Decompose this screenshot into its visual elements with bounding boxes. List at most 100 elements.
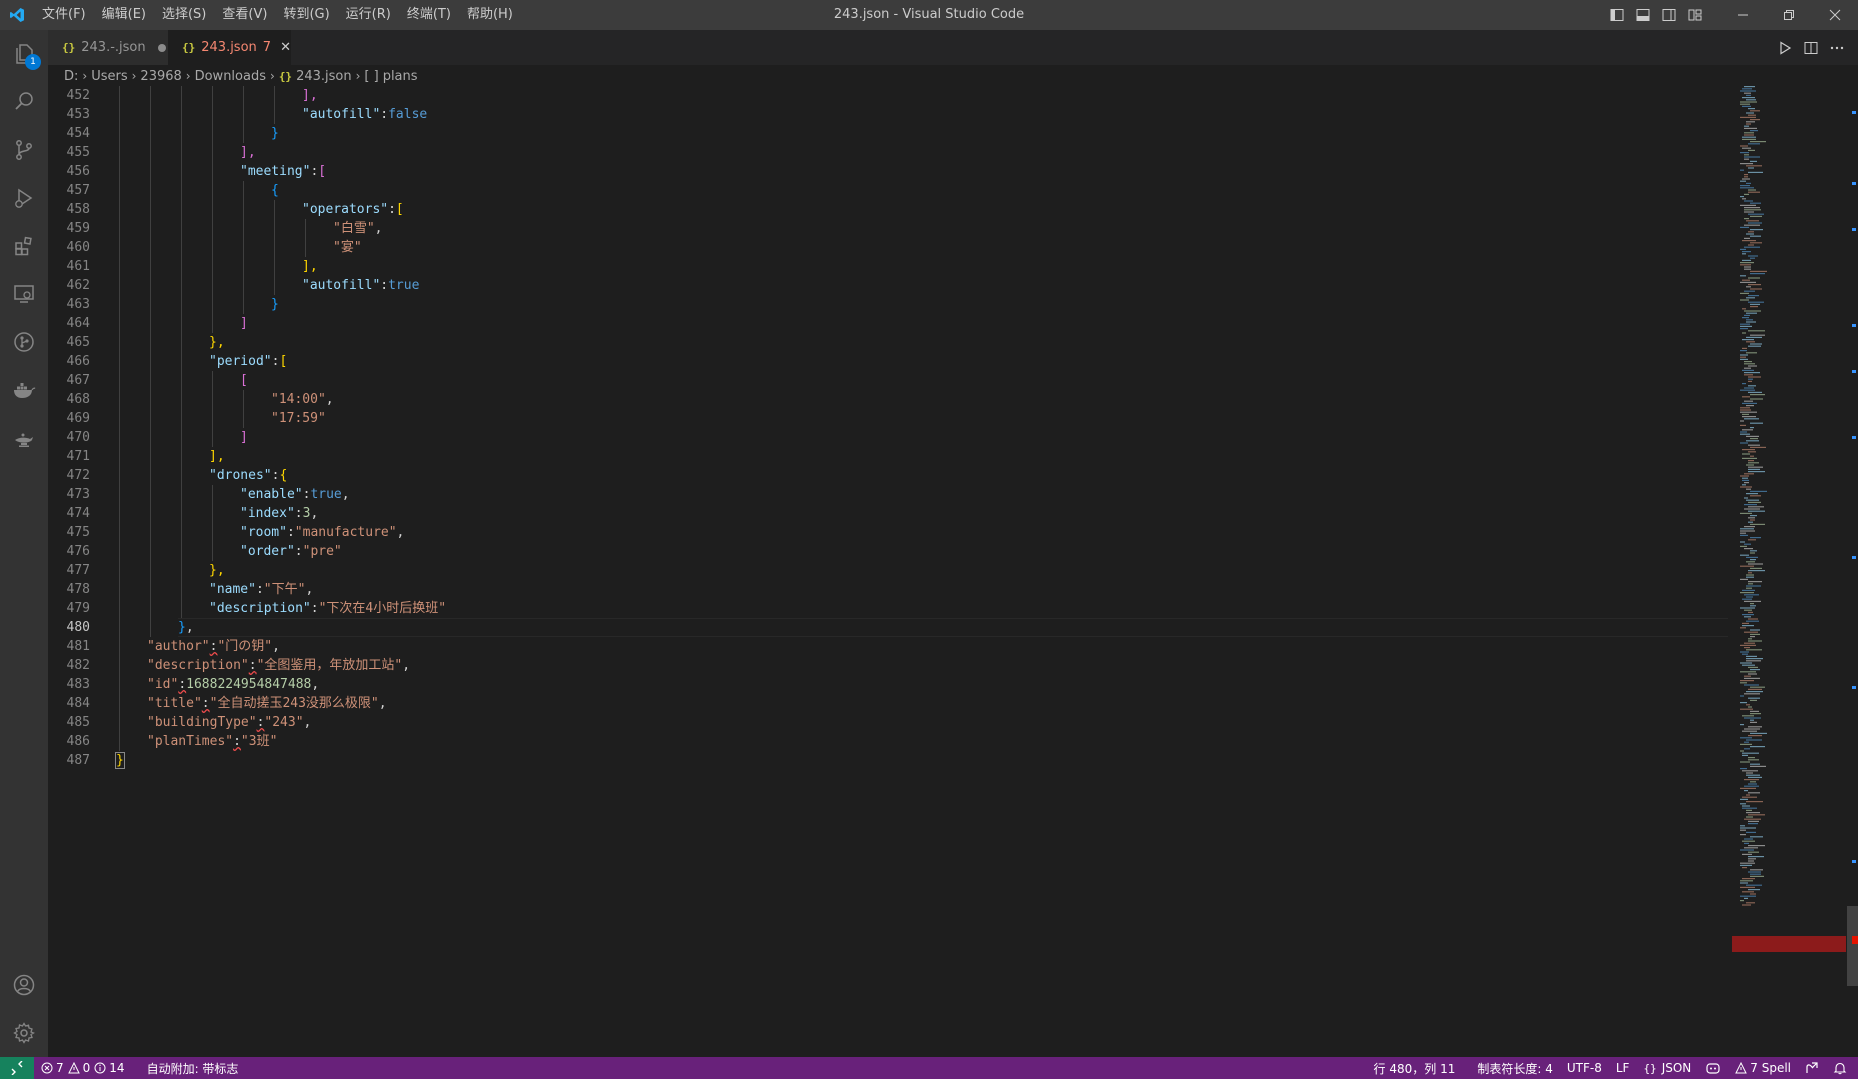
- lamp-icon[interactable]: [0, 414, 48, 462]
- code-line[interactable]: 476 "order":"pre": [48, 542, 1728, 561]
- code-line[interactable]: 466 "period":[: [48, 352, 1728, 371]
- minimap[interactable]: [1728, 86, 1848, 1056]
- run-icon[interactable]: [1772, 40, 1798, 56]
- encoding-status[interactable]: UTF-8: [1560, 1061, 1609, 1075]
- toggle-secondary-sidebar-icon[interactable]: [1656, 0, 1682, 30]
- remote-indicator-icon[interactable]: [0, 1057, 34, 1079]
- code-token: ,: [325, 392, 334, 407]
- code-line[interactable]: 454}: [48, 124, 1728, 143]
- notifications-bell-icon[interactable]: [1826, 1061, 1854, 1075]
- git-graph-icon[interactable]: [0, 318, 48, 366]
- breadcrumb-downloads[interactable]: Downloads: [195, 69, 266, 84]
- code-line[interactable]: 472 "drones":{: [48, 466, 1728, 485]
- split-editor-icon[interactable]: [1798, 40, 1824, 56]
- breadcrumb-users[interactable]: Users: [91, 69, 127, 84]
- code-line[interactable]: 482 "description":"全图鉴用，年放加工站",: [48, 656, 1728, 675]
- copilot-icon[interactable]: [1698, 1061, 1728, 1075]
- code-line[interactable]: 468 "14:00",: [48, 390, 1728, 409]
- menu-help[interactable]: 帮助(H): [459, 0, 521, 30]
- toggle-panel-icon[interactable]: [1630, 0, 1656, 30]
- extensions-icon[interactable]: [0, 222, 48, 270]
- indentation-status[interactable]: 制表符长度: 4: [1470, 1060, 1560, 1077]
- code-line[interactable]: 470]: [48, 428, 1728, 447]
- spell-check-status[interactable]: 7 Spell: [1728, 1061, 1798, 1075]
- remote-explorer-icon[interactable]: [0, 270, 48, 318]
- breadcrumb-plans[interactable]: plans: [383, 69, 418, 84]
- overview-ruler-scrollbar[interactable]: [1846, 86, 1858, 1056]
- search-icon[interactable]: [0, 78, 48, 126]
- tab-243-dash-json[interactable]: {} 243.-.json: [48, 30, 168, 65]
- code-line[interactable]: 457 {: [48, 181, 1728, 200]
- breadcrumb-user[interactable]: 23968: [140, 69, 181, 84]
- code-line[interactable]: 473 "enable":true,: [48, 485, 1728, 504]
- code-line[interactable]: 463}: [48, 295, 1728, 314]
- code-line[interactable]: 479 "description":"下次在4小时后换班": [48, 599, 1728, 618]
- run-debug-icon[interactable]: [0, 174, 48, 222]
- indent-guide: [212, 542, 213, 561]
- code-line[interactable]: 464]: [48, 314, 1728, 333]
- more-actions-icon[interactable]: [1824, 40, 1850, 56]
- code-line[interactable]: 456 "meeting":[: [48, 162, 1728, 181]
- code-line[interactable]: 458 "operators":[: [48, 200, 1728, 219]
- accounts-icon[interactable]: [0, 961, 48, 1009]
- manage-gear-icon[interactable]: [0, 1009, 48, 1057]
- language-mode[interactable]: {} JSON: [1636, 1061, 1698, 1075]
- code-line[interactable]: 471],: [48, 447, 1728, 466]
- code-line[interactable]: 462 "autofill":true: [48, 276, 1728, 295]
- code-line[interactable]: 475 "room":"manufacture",: [48, 523, 1728, 542]
- code-line[interactable]: 452],: [48, 86, 1728, 105]
- code-line[interactable]: 465},: [48, 333, 1728, 352]
- code-line[interactable]: 481 "author":"门の钥",: [48, 637, 1728, 656]
- menu-run[interactable]: 运行(R): [338, 0, 399, 30]
- live-share-icon[interactable]: [1798, 1061, 1826, 1075]
- code-line[interactable]: 460 "宴": [48, 238, 1728, 257]
- eol-status[interactable]: LF: [1609, 1061, 1637, 1075]
- indent-guide: [119, 466, 120, 485]
- source-control-icon[interactable]: [0, 126, 48, 174]
- minimize-icon[interactable]: [1720, 0, 1766, 30]
- indent-guide: [181, 105, 182, 124]
- indent-guide: [150, 219, 151, 238]
- code-line[interactable]: 455],: [48, 143, 1728, 162]
- code-line[interactable]: 474 "index":3,: [48, 504, 1728, 523]
- menu-go[interactable]: 转到(G): [275, 0, 337, 30]
- breadcrumb-drive[interactable]: D:: [64, 69, 78, 84]
- code-line[interactable]: 485 "buildingType":"243",: [48, 713, 1728, 732]
- cursor-position[interactable]: 行 480，列 11: [1367, 1060, 1463, 1077]
- close-tab-icon[interactable]: ✕: [280, 40, 291, 55]
- code-line[interactable]: 477},: [48, 561, 1728, 580]
- close-window-icon[interactable]: [1812, 0, 1858, 30]
- code-line[interactable]: 467 [: [48, 371, 1728, 390]
- code-line[interactable]: 469 "17:59": [48, 409, 1728, 428]
- code-line[interactable]: 461],: [48, 257, 1728, 276]
- toggle-primary-sidebar-icon[interactable]: [1604, 0, 1630, 30]
- code-line[interactable]: 453 "autofill":false: [48, 105, 1728, 124]
- menu-file[interactable]: 文件(F): [34, 0, 94, 30]
- explorer-icon[interactable]: 1: [0, 30, 48, 78]
- code-token: "period": [209, 354, 272, 369]
- code-text: ],: [209, 447, 225, 466]
- code-line[interactable]: 484 "title":"全自动搓玉243没那么极限",: [48, 694, 1728, 713]
- menu-edit[interactable]: 编辑(E): [94, 0, 154, 30]
- breadcrumb-file[interactable]: 243.json: [296, 69, 352, 84]
- code-line[interactable]: 459 "白雪",: [48, 219, 1728, 238]
- auto-attach-status[interactable]: 自动附加: 带标志: [140, 1060, 246, 1077]
- code-line[interactable]: 480},: [48, 618, 1728, 637]
- problems-indicator[interactable]: 7 0 14: [34, 1061, 132, 1075]
- code-editor[interactable]: 452], 453 "autofill":false 454} 455], 456 "mee…: [48, 86, 1728, 1056]
- code-line[interactable]: 486 "planTimes":"3班": [48, 732, 1728, 751]
- customize-layout-icon[interactable]: [1682, 0, 1708, 30]
- menu-terminal[interactable]: 终端(T): [399, 0, 459, 30]
- code-line[interactable]: 483 "id":1688224954847488,: [48, 675, 1728, 694]
- unsaved-dot-icon[interactable]: [157, 43, 166, 52]
- code-token: "17:59": [271, 411, 326, 426]
- menu-view[interactable]: 查看(V): [214, 0, 275, 30]
- code-token: :: [388, 202, 396, 217]
- docker-icon[interactable]: [0, 366, 48, 414]
- menu-selection[interactable]: 选择(S): [154, 0, 214, 30]
- code-line[interactable]: 487}: [48, 751, 1728, 770]
- indent-guide: [119, 276, 120, 295]
- restore-icon[interactable]: [1766, 0, 1812, 30]
- tab-243-json[interactable]: {} 243.json 7 ✕: [168, 30, 291, 65]
- code-line[interactable]: 478 "name":"下午",: [48, 580, 1728, 599]
